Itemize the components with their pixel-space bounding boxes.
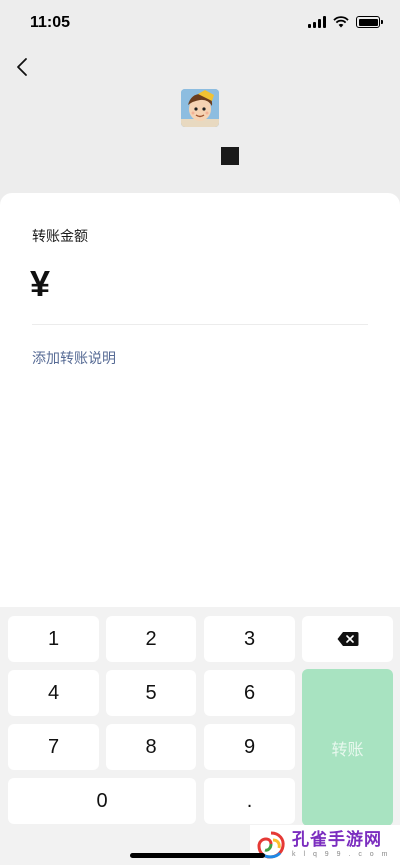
key-7[interactable]: 7: [8, 724, 99, 770]
wifi-icon: [333, 16, 349, 28]
status-bar: 11:05: [0, 0, 400, 46]
status-time: 11:05: [30, 14, 71, 31]
key-2[interactable]: 2: [106, 616, 196, 662]
cartoon-boy-avatar-icon: [181, 89, 219, 127]
chevron-left-icon: [17, 58, 27, 76]
watermark-name: 孔雀手游网: [292, 830, 382, 850]
currency-symbol: ¥: [30, 263, 51, 304]
recipient-avatar: [181, 89, 219, 127]
site-watermark: 孔雀手游网 k l q 9 9 . c o m: [250, 825, 400, 865]
backspace-button[interactable]: [302, 616, 393, 662]
watermark-domain: k l q 9 9 . c o m: [292, 851, 391, 858]
key-0[interactable]: 0: [8, 778, 196, 824]
key-4[interactable]: 4: [8, 670, 99, 716]
key-1[interactable]: 1: [8, 616, 99, 662]
recipient-name-redacted: [221, 147, 239, 165]
back-button[interactable]: [12, 56, 34, 78]
backspace-icon: [337, 632, 358, 646]
key-6[interactable]: 6: [204, 670, 295, 716]
key-8[interactable]: 8: [106, 724, 196, 770]
status-icons: [308, 16, 383, 28]
amount-label: 转账金额: [32, 228, 88, 244]
transfer-card: 转账金额 ¥ 添加转账说明: [0, 193, 400, 613]
key-decimal[interactable]: .: [204, 778, 295, 824]
signal-icon: [308, 16, 326, 28]
key-3[interactable]: 3: [204, 616, 295, 662]
key-5[interactable]: 5: [106, 670, 196, 716]
battery-icon: [356, 16, 383, 28]
key-9[interactable]: 9: [204, 724, 295, 770]
transfer-button[interactable]: 转账: [302, 669, 393, 826]
amount-divider: [32, 324, 368, 325]
add-note-link[interactable]: 添加转账说明: [32, 348, 116, 368]
home-indicator: [130, 853, 265, 858]
